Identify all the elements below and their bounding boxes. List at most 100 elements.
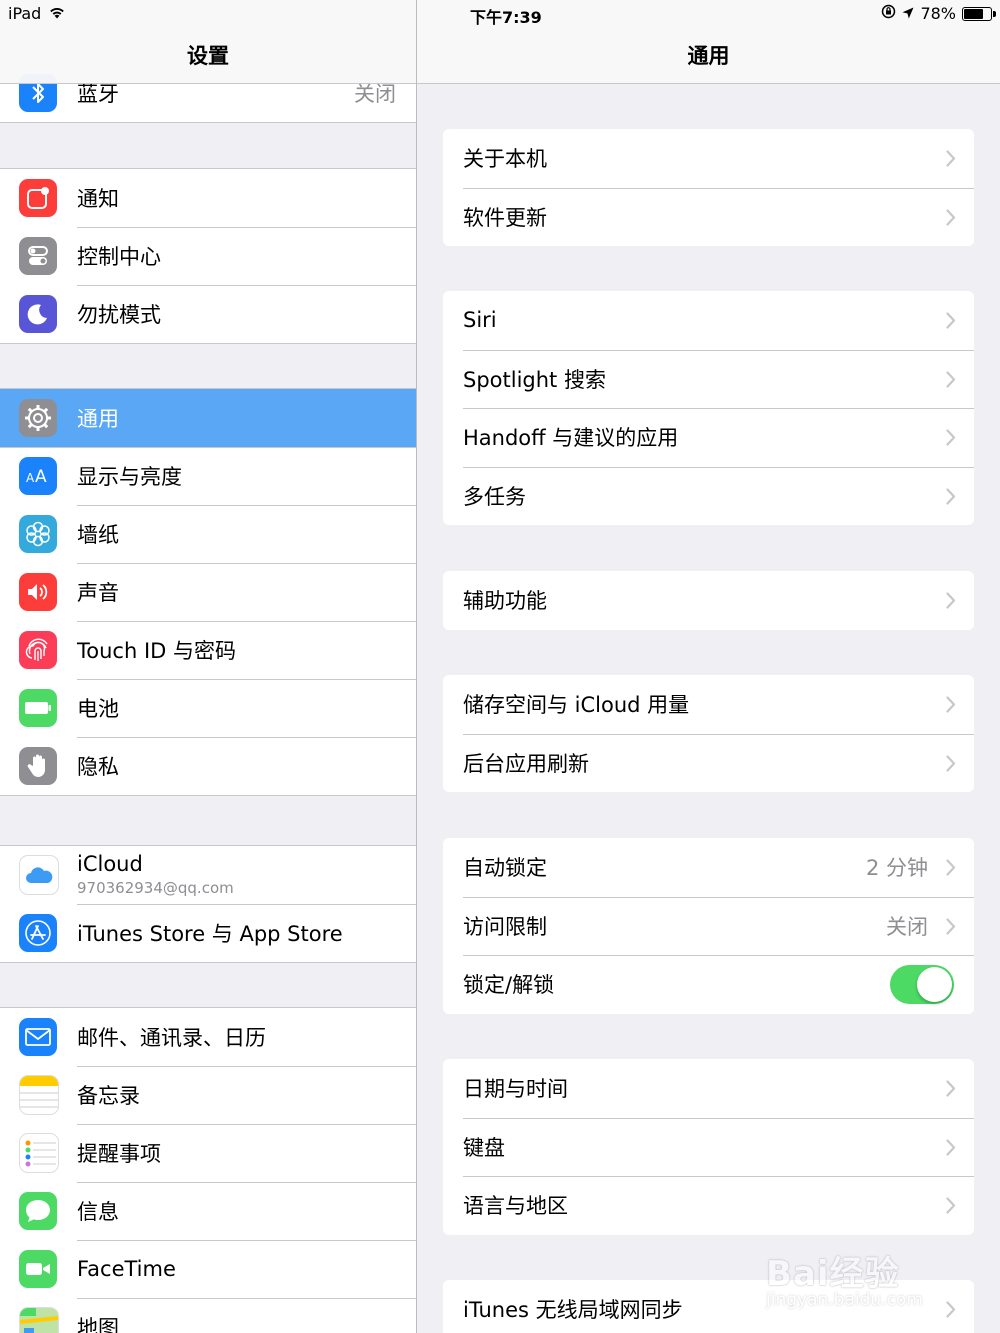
chevron-right-icon	[946, 370, 956, 392]
battery-percent: 78%	[920, 4, 956, 23]
detail-group-accessibility: 辅助功能	[443, 571, 974, 630]
facetime-icon	[19, 1250, 57, 1288]
sidebar-item-maps[interactable]: 地图	[0, 1298, 416, 1333]
general-settings-pane: 通用 关于本机 软件更新 Siri Spotlight 搜索 Handoff 与…	[417, 0, 1000, 1333]
gear-icon	[19, 399, 57, 437]
sidebar-item-general[interactable]: 通用	[0, 389, 416, 447]
chevron-right-icon	[946, 917, 956, 939]
sidebar-item-label: 地图	[77, 1316, 119, 1333]
sidebar-group-device: 通用 AA 显示与亮度 墙纸 声音 Touch ID 与密码 电池 隐私	[0, 388, 416, 796]
detail-group-about: 关于本机 软件更新	[443, 129, 974, 246]
row-label: Handoff 与建议的应用	[463, 426, 679, 451]
sidebar-item-icloud[interactable]: iCloud 970362934@qq.com	[0, 846, 416, 904]
display-icon: AA	[19, 457, 57, 495]
row-accessibility[interactable]: 辅助功能	[443, 571, 974, 630]
chevron-right-icon	[946, 208, 956, 230]
row-label: 多任务	[463, 484, 526, 509]
app-store-icon	[19, 914, 57, 952]
lock-unlock-toggle[interactable]	[890, 964, 954, 1004]
chevron-right-icon	[946, 429, 956, 450]
row-restrictions[interactable]: 访问限制 关闭	[443, 896, 974, 956]
sidebar-item-touch-id[interactable]: Touch ID 与密码	[0, 621, 416, 679]
row-label: 后台应用刷新	[463, 751, 589, 776]
svg-text:A: A	[26, 471, 35, 485]
sidebar-item-do-not-disturb[interactable]: 勿扰模式	[0, 285, 416, 343]
row-label: 自动锁定	[463, 856, 547, 881]
row-label: 语言与地区	[463, 1194, 568, 1219]
sidebar-title: 设置	[187, 44, 229, 68]
sidebar-group-accounts: iCloud 970362934@qq.com iTunes Store 与 A…	[0, 845, 416, 963]
detail-group-storage: 储存空间与 iCloud 用量 后台应用刷新	[443, 675, 974, 792]
row-label: 访问限制	[463, 914, 547, 939]
row-auto-lock[interactable]: 自动锁定 2 分钟	[443, 838, 974, 897]
sidebar-item-display[interactable]: AA 显示与亮度	[0, 447, 416, 505]
auto-lock-value: 2 分钟	[865, 856, 928, 881]
status-bar: iPad 下午7:39 78%	[0, 0, 1000, 28]
sidebar-item-label: 显示与亮度	[77, 465, 182, 489]
messages-icon	[19, 1192, 57, 1230]
chevron-right-icon	[946, 592, 956, 613]
mail-icon	[19, 1018, 57, 1056]
row-label: iTunes 无线局域网同步	[463, 1298, 683, 1323]
chevron-right-icon	[946, 859, 956, 880]
chevron-right-icon	[946, 696, 956, 717]
sound-icon	[19, 573, 57, 611]
sidebar-item-label: Touch ID 与密码	[77, 639, 236, 663]
chevron-right-icon	[946, 754, 956, 776]
chevron-right-icon	[946, 150, 956, 171]
sidebar-item-control-center[interactable]: 控制中心	[0, 227, 416, 285]
hand-icon	[19, 747, 57, 785]
row-software-update[interactable]: 软件更新	[443, 187, 974, 247]
row-date-time[interactable]: 日期与时间	[443, 1059, 974, 1118]
sidebar-item-sounds[interactable]: 声音	[0, 563, 416, 621]
notifications-icon	[19, 179, 57, 217]
row-label: Siri	[463, 308, 497, 333]
sidebar-item-notes[interactable]: 备忘录	[0, 1066, 416, 1124]
row-spotlight-search[interactable]: Spotlight 搜索	[443, 349, 974, 409]
row-multitasking[interactable]: 多任务	[443, 466, 974, 526]
sidebar-item-itunes-app-store[interactable]: iTunes Store 与 App Store	[0, 904, 416, 962]
sidebar-item-battery[interactable]: 电池	[0, 679, 416, 737]
moon-icon	[19, 295, 57, 333]
row-keyboard[interactable]: 键盘	[443, 1117, 974, 1177]
row-label: Spotlight 搜索	[463, 367, 606, 392]
reminders-icon	[19, 1133, 59, 1173]
chevron-right-icon	[946, 1138, 956, 1160]
settings-sidebar: 设置 蓝牙 关闭 通知 控制中心 勿扰模式 通用 A A 显示与亮度 墙纸 声音…	[0, 0, 416, 1333]
row-storage-icloud-usage[interactable]: 储存空间与 iCloud 用量	[443, 675, 974, 734]
device-name: iPad	[8, 4, 42, 23]
split-view-divider[interactable]	[416, 0, 417, 1333]
sidebar-item-wallpaper[interactable]: 墙纸	[0, 505, 416, 563]
sidebar-item-mail-contacts-calendars[interactable]: 邮件、通讯录、日历	[0, 1008, 416, 1066]
sidebar-item-label: 隐私	[77, 755, 119, 779]
sidebar-item-label: 声音	[77, 581, 119, 605]
svg-text:A: A	[35, 467, 47, 486]
detail-group-datetime: 日期与时间 键盘 语言与地区	[443, 1059, 974, 1235]
watermark-logo-text: Bai经验	[766, 1254, 900, 1294]
row-label: 日期与时间	[463, 1077, 568, 1102]
row-lock-unlock: 锁定/解锁	[443, 955, 974, 1014]
sidebar-item-label: 邮件、通讯录、日历	[77, 1026, 266, 1050]
sidebar-item-label: 墙纸	[77, 523, 119, 547]
wifi-icon	[49, 4, 65, 23]
maps-icon	[19, 1307, 59, 1333]
sidebar-group-system: 通知 控制中心 勿扰模式	[0, 168, 416, 344]
icloud-account-email: 970362934@qq.com	[77, 879, 234, 897]
sidebar-item-privacy[interactable]: 隐私	[0, 737, 416, 795]
row-label: 键盘	[463, 1135, 505, 1160]
detail-group-siri: Siri Spotlight 搜索 Handoff 与建议的应用 多任务	[443, 291, 974, 525]
sidebar-item-facetime[interactable]: FaceTime	[0, 1240, 416, 1298]
chevron-right-icon	[946, 1197, 956, 1218]
row-about[interactable]: 关于本机	[443, 129, 974, 188]
sidebar-item-label: 控制中心	[77, 245, 161, 269]
sidebar-item-reminders[interactable]: 提醒事项	[0, 1124, 416, 1182]
chevron-right-icon	[946, 312, 956, 333]
sidebar-item-label: iTunes Store 与 App Store	[77, 922, 343, 946]
row-handoff[interactable]: Handoff 与建议的应用	[443, 408, 974, 467]
restrictions-value: 关闭	[886, 914, 928, 939]
sidebar-item-messages[interactable]: 信息	[0, 1182, 416, 1240]
row-siri[interactable]: Siri	[443, 291, 974, 350]
icloud-icon	[19, 855, 59, 895]
row-background-app-refresh[interactable]: 后台应用刷新	[443, 733, 974, 793]
sidebar-item-notifications[interactable]: 通知	[0, 169, 416, 227]
